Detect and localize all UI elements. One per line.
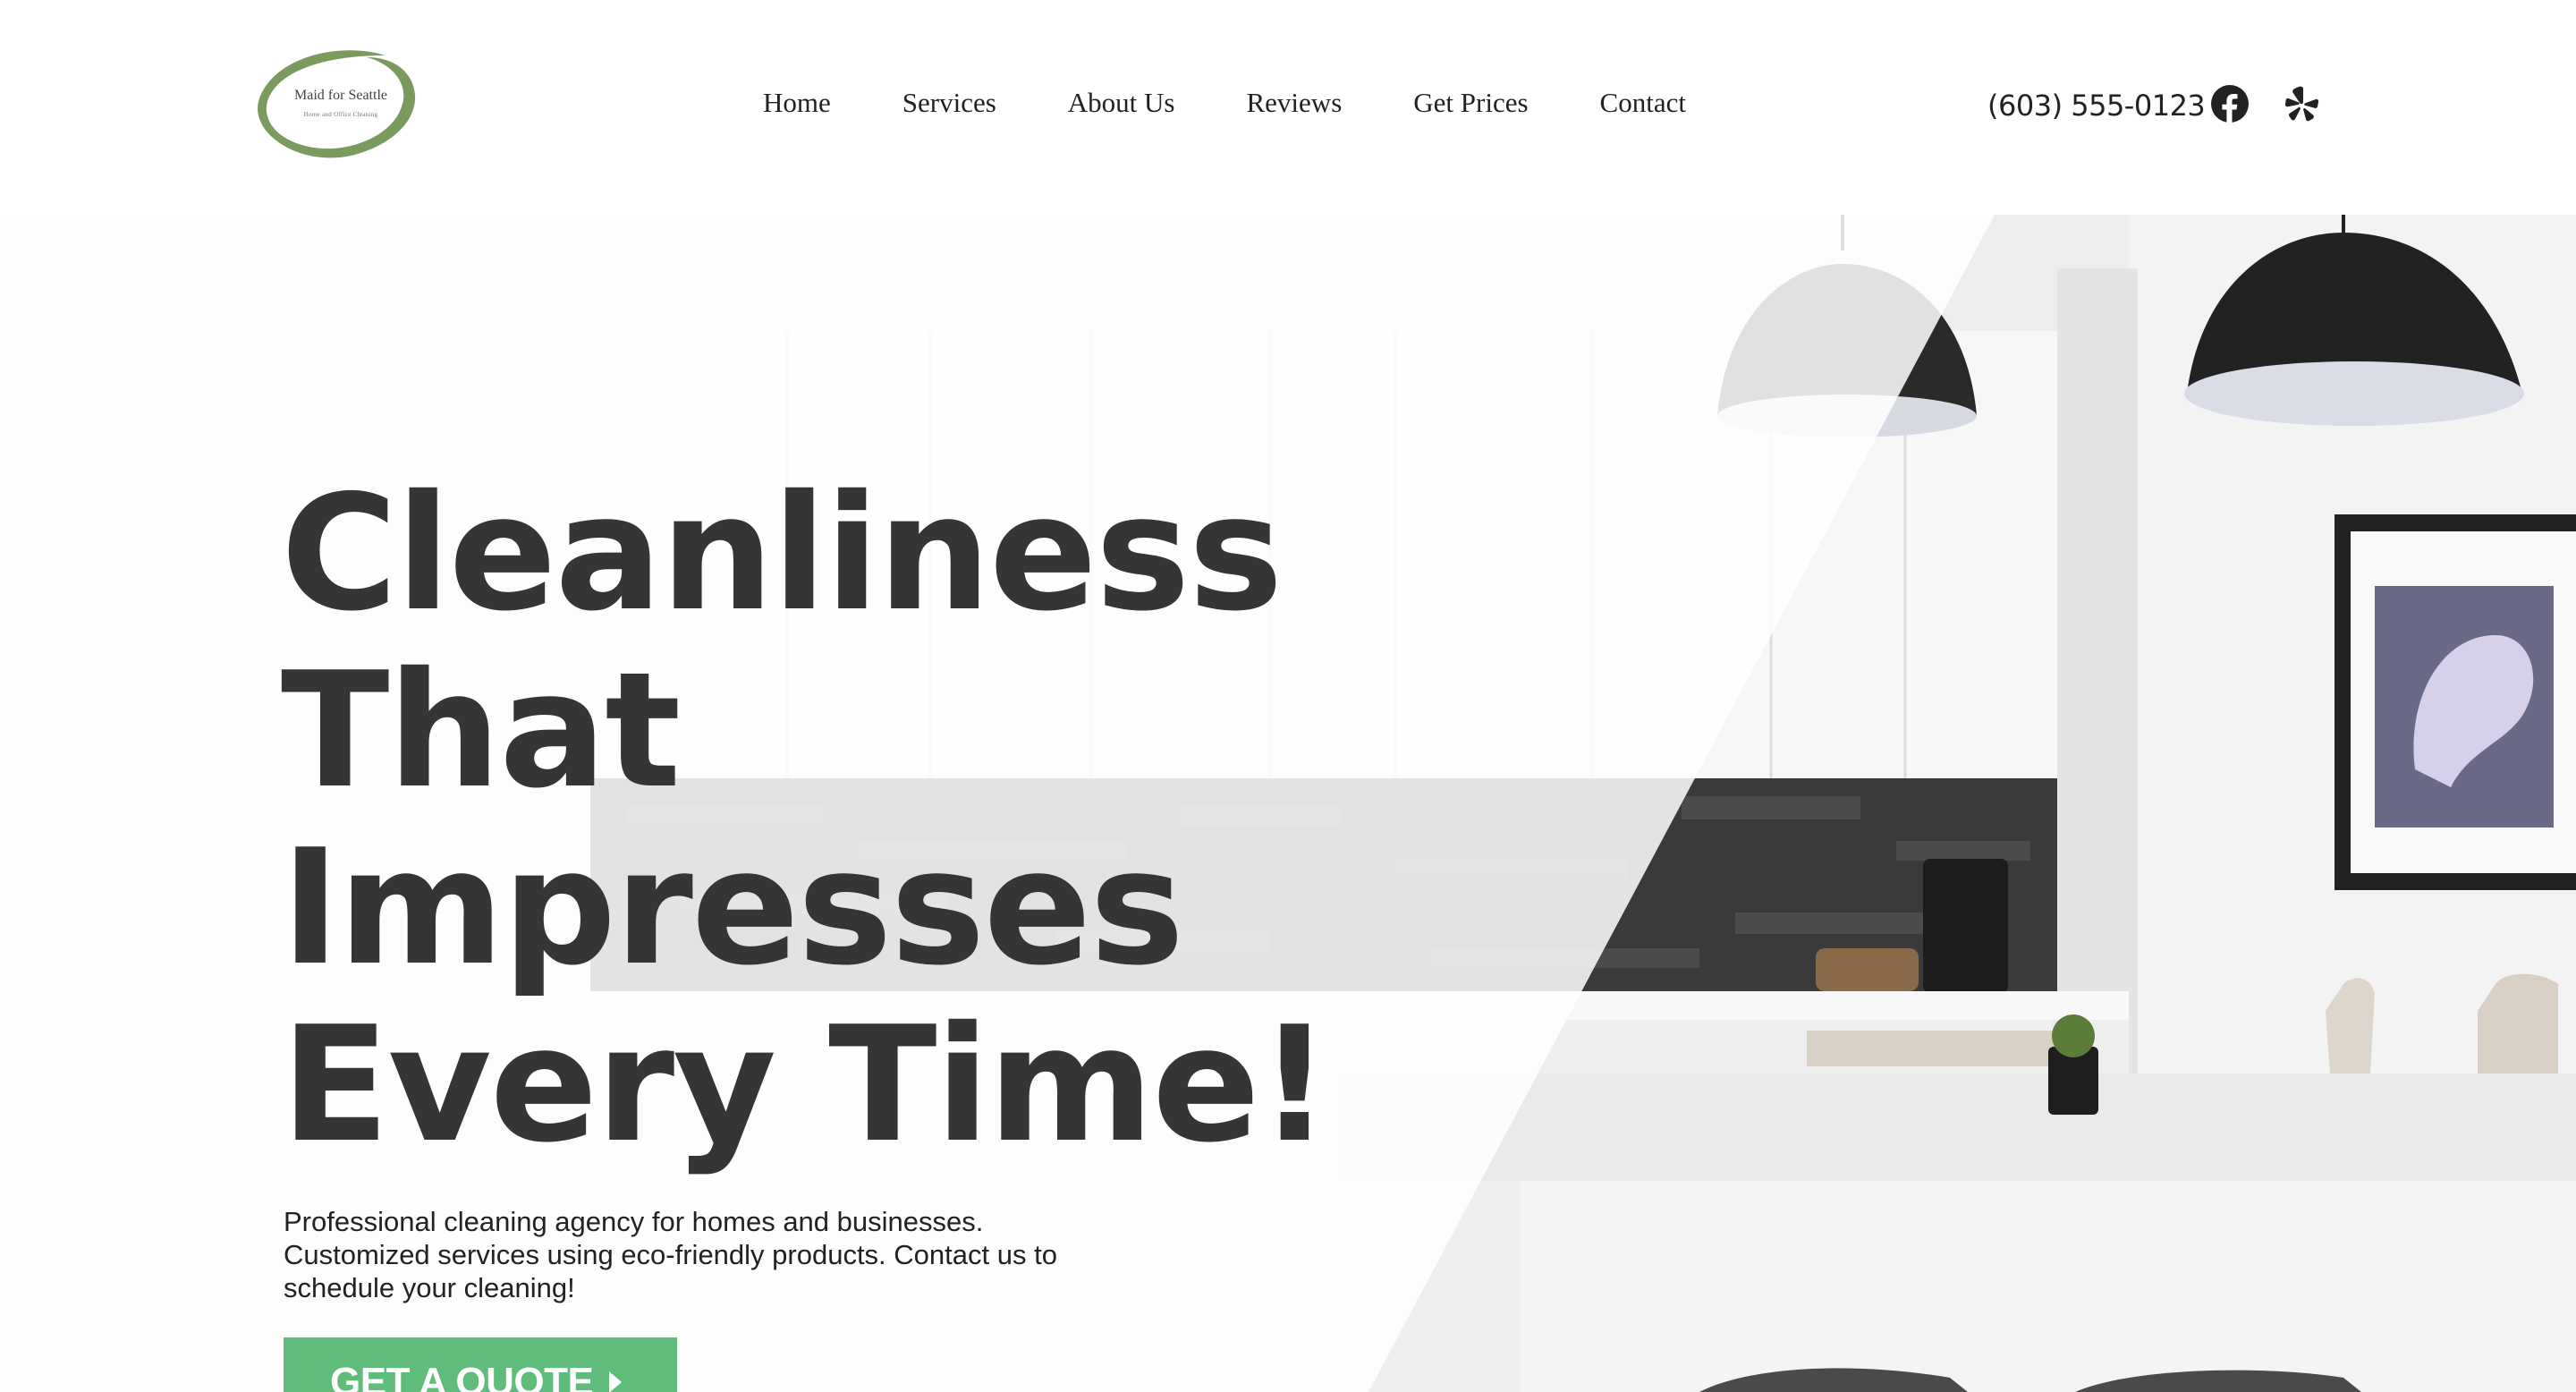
caret-right-icon: [609, 1371, 623, 1392]
hero-description: Professional cleaning agency for homes a…: [284, 1206, 1057, 1303]
hero-headline-line-2: That: [281, 638, 681, 823]
get-a-quote-button[interactable]: GET A QUOTE: [284, 1337, 677, 1392]
nav-services[interactable]: Services: [902, 81, 996, 125]
nav-get-prices[interactable]: Get Prices: [1413, 81, 1528, 125]
logo-name: Maid for Seattle: [294, 88, 387, 103]
hero-headline-line-4: Every Time!: [281, 992, 1331, 1177]
site-header: Maid for Seattle Home and Office Cleanin…: [0, 0, 2576, 215]
nav-home[interactable]: Home: [763, 81, 831, 125]
logo-swoosh-icon: [258, 50, 416, 158]
facebook-icon[interactable]: [2210, 84, 2250, 123]
get-a-quote-label: GET A QUOTE: [330, 1360, 594, 1392]
hero-headline-line-1: Cleanliness: [281, 461, 1284, 646]
phone-link[interactable]: (603) 555-0123: [1987, 84, 2206, 127]
nav-reviews[interactable]: Reviews: [1247, 81, 1343, 125]
site-logo[interactable]: Maid for Seattle Home and Office Cleanin…: [250, 45, 420, 166]
main-nav: Home Services About Us Reviews Get Price…: [763, 81, 1686, 125]
nav-contact[interactable]: Contact: [1600, 81, 1686, 125]
logo-tagline: Home and Office Cleaning: [303, 111, 378, 118]
nav-about-us[interactable]: About Us: [1068, 81, 1175, 125]
yelp-icon[interactable]: [2282, 84, 2321, 123]
hero-headline: Cleanliness That Impresses Every Time!: [281, 465, 1354, 1174]
hero-headline-line-3: Impresses: [281, 815, 1184, 1000]
hero-section: Cleanliness That Impresses Every Time! P…: [0, 215, 2576, 1392]
